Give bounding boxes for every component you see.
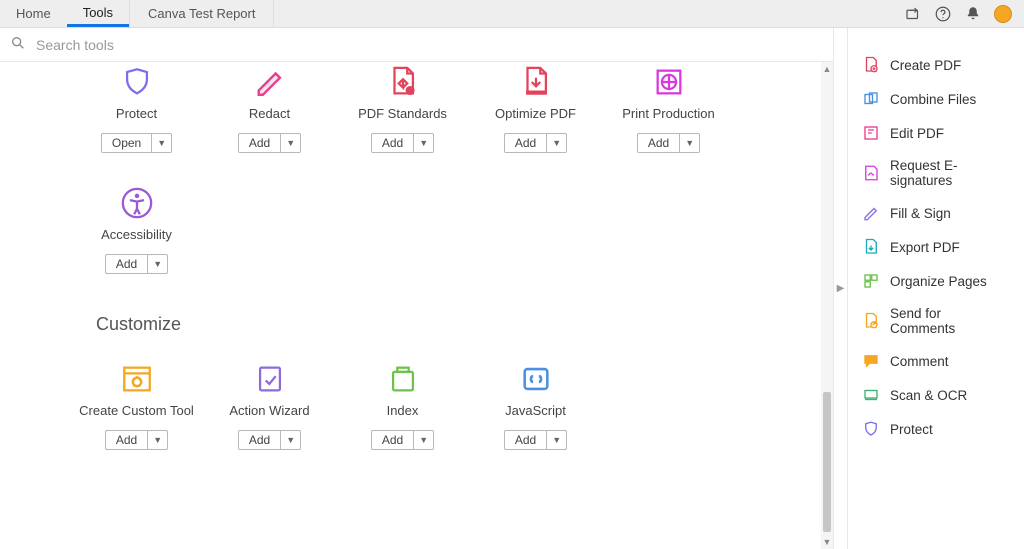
pen-icon (862, 204, 880, 222)
sidebar-collapse-handle[interactable]: ▶ (833, 28, 847, 549)
chevron-down-icon[interactable]: ▼ (280, 431, 300, 449)
add-button[interactable]: Add▼ (371, 133, 434, 153)
scan-icon (862, 386, 880, 404)
pdf-standards-icon: ! (336, 62, 469, 102)
custom-tool-icon (70, 359, 203, 399)
index-icon (336, 359, 469, 399)
chevron-down-icon[interactable]: ▼ (147, 431, 167, 449)
combine-icon (862, 90, 880, 108)
tool-label: Protect (70, 106, 203, 121)
print-production-icon (602, 62, 735, 102)
sidebar-item-label: Combine Files (890, 92, 976, 107)
sidebar-item-create-pdf[interactable]: Create PDF (848, 48, 1024, 82)
tool-label: JavaScript (469, 403, 602, 418)
shield-icon (70, 62, 203, 102)
scroll-up-icon[interactable]: ▲ (821, 62, 833, 76)
tool-label: Redact (203, 106, 336, 121)
sidebar-item-esign[interactable]: Request E-signatures (848, 150, 1024, 196)
scroll-down-icon[interactable]: ▼ (821, 535, 833, 549)
add-button[interactable]: Add▼ (504, 133, 567, 153)
sidebar-item-combine[interactable]: Combine Files (848, 82, 1024, 116)
avatar[interactable] (994, 5, 1012, 23)
chevron-down-icon[interactable]: ▼ (413, 431, 433, 449)
share-icon[interactable] (904, 5, 922, 23)
sidebar-item-label: Export PDF (890, 240, 960, 255)
add-button[interactable]: Add▼ (637, 133, 700, 153)
sidebar-item-label: Comment (890, 354, 949, 369)
tool-label: PDF Standards (336, 106, 469, 121)
add-button[interactable]: Add▼ (504, 430, 567, 450)
sidebar-item-label: Organize Pages (890, 274, 987, 289)
search-input[interactable] (34, 36, 334, 54)
sidebar-item-label: Edit PDF (890, 126, 944, 141)
tool-label: Optimize PDF (469, 106, 602, 121)
tool-label: Action Wizard (203, 403, 336, 418)
chevron-down-icon[interactable]: ▼ (147, 255, 167, 273)
sidebar-item-protect[interactable]: Protect (848, 412, 1024, 446)
add-button[interactable]: Add▼ (105, 254, 168, 274)
add-button[interactable]: Add▼ (238, 430, 301, 450)
send-comments-icon (862, 312, 880, 330)
chevron-down-icon[interactable]: ▼ (546, 134, 566, 152)
sidebar-item-label: Send for Comments (890, 306, 1010, 336)
open-button[interactable]: Open▼ (101, 133, 172, 153)
sidebar-item-label: Protect (890, 422, 933, 437)
javascript-icon (469, 359, 602, 399)
sidebar-item-label: Create PDF (890, 58, 961, 73)
sidebar-item-export[interactable]: Export PDF (848, 230, 1024, 264)
edit-icon (862, 124, 880, 142)
comment-icon (862, 352, 880, 370)
add-button[interactable]: Add▼ (238, 133, 301, 153)
scrollbar[interactable]: ▲ ▼ (821, 62, 833, 549)
tab-tools[interactable]: Tools (67, 0, 129, 27)
chevron-down-icon[interactable]: ▼ (546, 431, 566, 449)
tool-label: Index (336, 403, 469, 418)
create-pdf-icon (862, 56, 880, 74)
export-icon (862, 238, 880, 256)
sidebar-item-organize[interactable]: Organize Pages (848, 264, 1024, 298)
chevron-down-icon[interactable]: ▼ (151, 134, 171, 152)
sidebar-item-label: Request E-signatures (890, 158, 1010, 188)
redact-icon (203, 62, 336, 102)
help-icon[interactable] (934, 5, 952, 23)
section-title-customize: Customize (70, 304, 821, 359)
sidebar-item-edit[interactable]: Edit PDF (848, 116, 1024, 150)
tab-home[interactable]: Home (0, 0, 67, 27)
signature-icon (862, 164, 880, 182)
action-wizard-icon (203, 359, 336, 399)
sidebar-item-comment[interactable]: Comment (848, 344, 1024, 378)
add-button[interactable]: Add▼ (105, 430, 168, 450)
tab-document[interactable]: Canva Test Report (129, 0, 274, 27)
scroll-thumb[interactable] (823, 392, 831, 532)
sidebar-item-fill-sign[interactable]: Fill & Sign (848, 196, 1024, 230)
add-button[interactable]: Add▼ (371, 430, 434, 450)
sidebar-item-label: Scan & OCR (890, 388, 967, 403)
chevron-down-icon[interactable]: ▼ (679, 134, 699, 152)
bell-icon[interactable] (964, 5, 982, 23)
search-icon (10, 35, 26, 54)
chevron-down-icon[interactable]: ▼ (280, 134, 300, 152)
sidebar-item-scan-ocr[interactable]: Scan & OCR (848, 378, 1024, 412)
svg-text:!: ! (408, 87, 410, 95)
sidebar-item-send-comments[interactable]: Send for Comments (848, 298, 1024, 344)
organize-icon (862, 272, 880, 290)
chevron-down-icon[interactable]: ▼ (413, 134, 433, 152)
optimize-icon (469, 62, 602, 102)
shield-icon (862, 420, 880, 438)
tool-label: Create Custom Tool (70, 403, 203, 418)
tool-label: Accessibility (70, 227, 203, 242)
tool-label: Print Production (602, 106, 735, 121)
sidebar-item-label: Fill & Sign (890, 206, 951, 221)
accessibility-icon (70, 183, 203, 223)
